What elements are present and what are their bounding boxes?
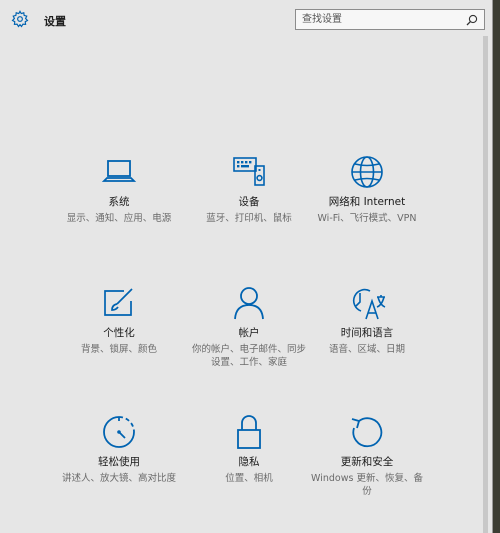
search-input[interactable]: [302, 10, 462, 29]
tile-description: 蓝牙、打印机、鼠标: [206, 213, 292, 224]
tile-name: 设备: [238, 196, 260, 208]
tile-system[interactable]: 系统 显示、通知、应用、电源: [60, 152, 178, 262]
tile-description: Windows 更新、恢复、备份: [311, 473, 423, 497]
refresh-icon: [351, 417, 383, 448]
tile-name: 隐私: [238, 456, 260, 468]
scrollbar-thumb[interactable]: [483, 36, 488, 533]
window-title: 设置: [44, 15, 66, 28]
tile-accounts[interactable]: 帐户 你的帐户、电子邮件、同步设置、工作、家庭: [190, 283, 308, 393]
title-bar: 设置: [0, 0, 492, 40]
person-icon: [234, 287, 264, 320]
tile-name: 网络和 Internet: [328, 196, 406, 208]
ease-of-access-icon: [103, 416, 135, 448]
tile-description: 讲述人、放大镜、高对比度: [62, 473, 177, 484]
tile-update-security[interactable]: 更新和安全 Windows 更新、恢复、备份: [308, 412, 426, 522]
tile-privacy[interactable]: 隐私 位置、相机: [190, 412, 308, 522]
tile-name: 个性化: [103, 327, 135, 339]
tile-ease-of-access[interactable]: 轻松使用 讲述人、放大镜、高对比度: [60, 412, 178, 522]
tile-description: 背景、锁屏、颜色: [80, 344, 157, 355]
search-box[interactable]: [295, 9, 485, 30]
gear-icon: [11, 10, 29, 28]
tile-description: 显示、通知、应用、电源: [66, 213, 172, 224]
paintbrush-icon: [104, 288, 133, 316]
tile-personalization[interactable]: 个性化 背景、锁屏、颜色: [60, 283, 178, 393]
devices-icon: [233, 157, 265, 186]
tile-description: 你的帐户、电子邮件、同步设置、工作、家庭: [192, 344, 307, 368]
tile-name: 帐户: [238, 327, 260, 339]
laptop-icon: [101, 160, 137, 182]
lock-icon: [237, 415, 261, 449]
globe-icon: [351, 156, 383, 188]
search-icon[interactable]: [466, 14, 478, 26]
tile-devices[interactable]: 设备 蓝牙、打印机、鼠标: [190, 152, 308, 262]
tile-name: 更新和安全: [340, 456, 394, 468]
tile-description: 位置、相机: [225, 473, 273, 484]
time-language-icon: [352, 288, 386, 320]
tile-name: 轻松使用: [98, 456, 140, 468]
tile-description: 语音、区域、日期: [328, 344, 405, 355]
scrollbar[interactable]: [482, 36, 489, 533]
tile-network-internet[interactable]: 网络和 Internet Wi-Fi、飞行模式、VPN: [308, 152, 426, 262]
tile-name: 时间和语言: [340, 327, 394, 339]
tile-time-language[interactable]: 时间和语言 语音、区域、日期: [308, 283, 426, 393]
settings-window: 设置 系统 显示、通知、应用、电源: [0, 0, 493, 533]
tile-description: Wi-Fi、飞行模式、VPN: [317, 213, 417, 224]
tile-name: 系统: [108, 196, 130, 208]
